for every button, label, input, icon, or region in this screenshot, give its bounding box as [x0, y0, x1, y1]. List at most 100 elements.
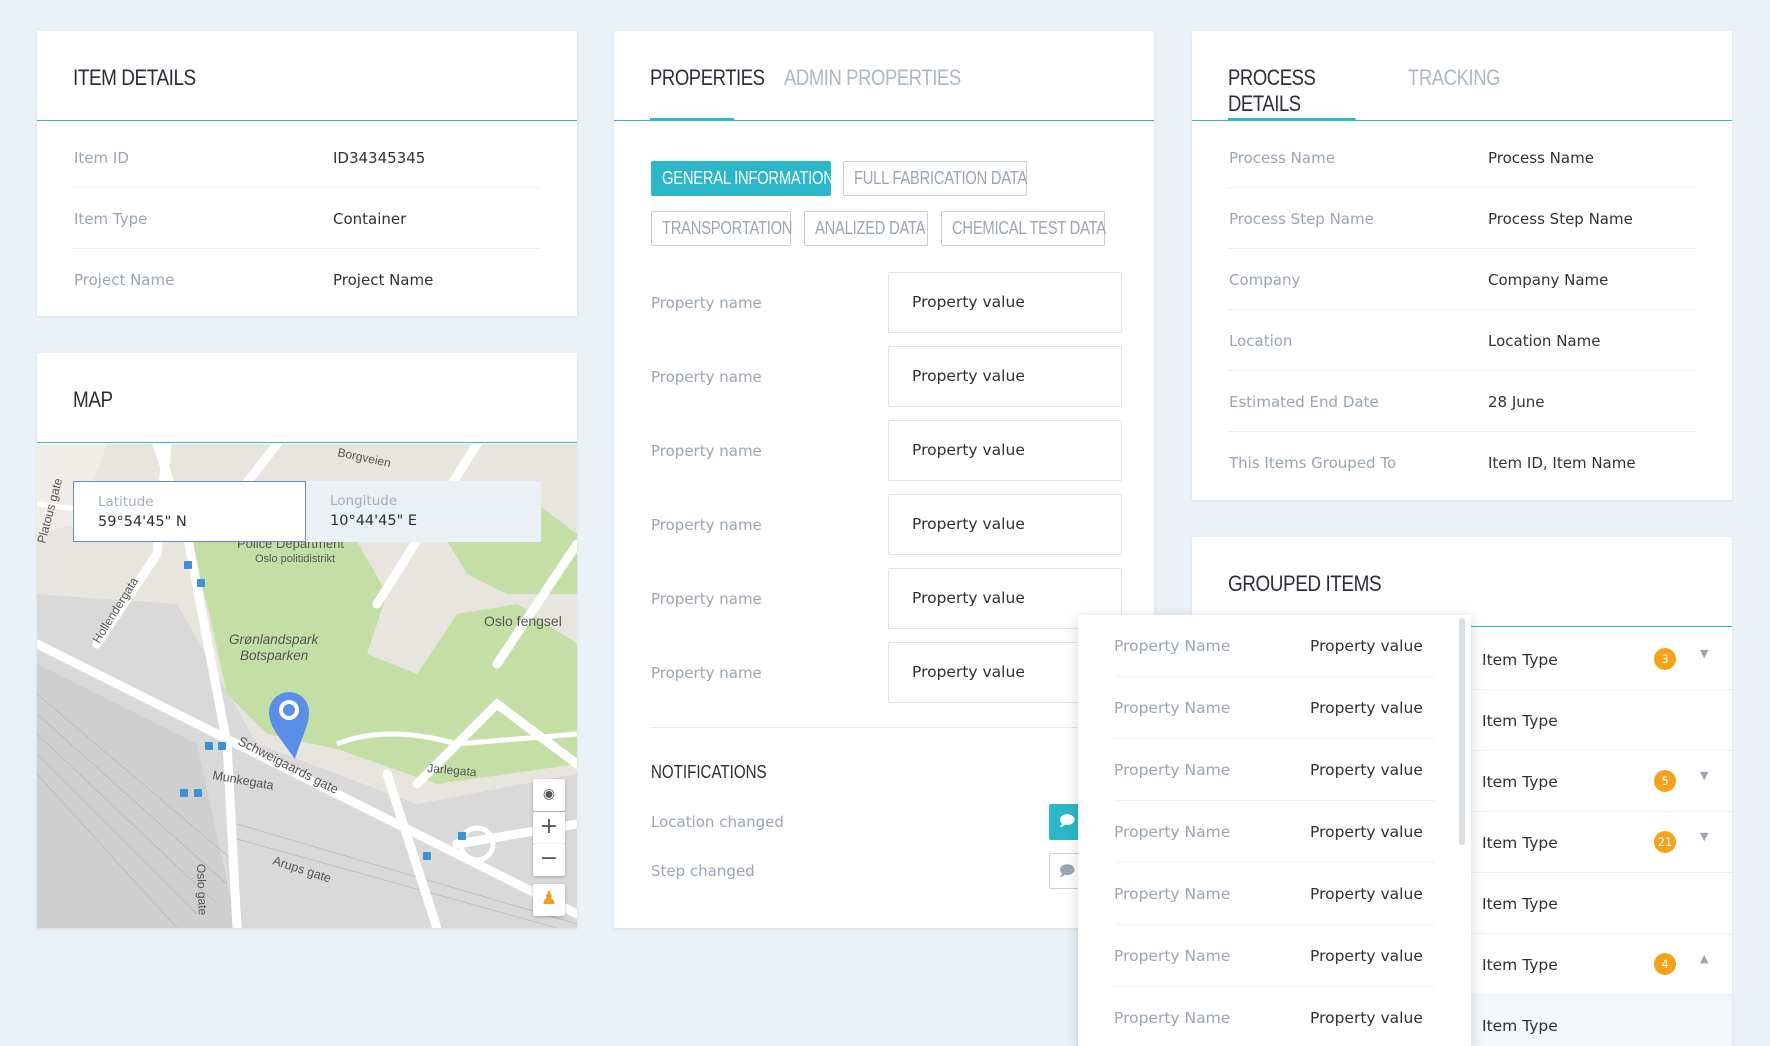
process-header: Process Details Tracking [1192, 31, 1732, 121]
process-row: Process Step Name Process Step Name [1228, 188, 1696, 249]
process-row: Estimated End Date 28 June [1228, 371, 1696, 432]
chevron-down-icon[interactable]: ▼ [1700, 647, 1708, 660]
chip-chemical-test-data[interactable]: Chemical Test Data [941, 211, 1106, 246]
property-value-field[interactable]: Property value [888, 272, 1122, 333]
process-value: Location Name [1488, 332, 1601, 350]
longitude-field[interactable]: Longitude 10°44'45" E [306, 481, 541, 542]
map-label: Botsparken [240, 648, 308, 663]
comment-icon: 🗩 [1058, 812, 1076, 830]
property-name: Property name [651, 590, 762, 608]
map-view[interactable]: Police Department Oslo politidistrikt Gr… [37, 444, 577, 928]
map-label: Oslo gate [194, 864, 210, 916]
popup-property-value: Property value [1310, 637, 1423, 655]
popup-property-name: Property Name [1114, 761, 1231, 779]
latitude-field[interactable]: Latitude 59°54'45" N [73, 481, 306, 542]
grouped-items-title: Grouped Items [1228, 571, 1382, 596]
chevron-down-icon[interactable]: ▼ [1700, 769, 1708, 782]
popup-property-name: Property Name [1114, 699, 1231, 717]
process-value: 28 June [1488, 393, 1545, 411]
popup-row: Property Name Property value [1114, 925, 1434, 987]
item-details-row: Item Type Container [73, 188, 541, 249]
street-view-pegman-icon[interactable]: ♟ [533, 884, 565, 916]
tab-properties[interactable]: Properties [650, 31, 765, 121]
property-name: Property name [651, 294, 762, 312]
chip-full-fabrication-data[interactable]: Full Fabrication Data [843, 161, 1027, 196]
grouped-item-label: Item Type [1482, 956, 1558, 974]
process-label: Company [1229, 271, 1301, 289]
process-value: Process Step Name [1488, 210, 1633, 228]
popup-row: Property Name Property value [1114, 677, 1434, 739]
property-value-field[interactable]: Property value [888, 420, 1122, 481]
item-details-header: Item Details [37, 31, 577, 121]
popup-row: Property Name Property value [1114, 987, 1434, 1046]
grouped-item-label: Item Type [1482, 712, 1558, 730]
grouped-item-label: Item Type [1482, 834, 1558, 852]
property-row: Property name Property value [651, 346, 1122, 408]
map-label: Oslo politidistrikt [255, 553, 335, 565]
popup-row: Property Name Property value [1114, 863, 1434, 925]
popup-property-value: Property value [1310, 885, 1423, 903]
property-value-field[interactable]: Property value [888, 346, 1122, 407]
map-header: MAP [37, 353, 577, 443]
grouped-items-header: Grouped Items [1192, 537, 1732, 627]
item-type-label: Item Type [74, 210, 148, 228]
popup-property-value: Property value [1310, 1009, 1423, 1027]
property-row: Property name Property value [651, 272, 1122, 334]
map-title: MAP [73, 387, 113, 412]
process-label: Process Name [1229, 149, 1335, 167]
chip-analized-data[interactable]: Analized Data [804, 211, 928, 246]
popup-property-value: Property value [1310, 699, 1423, 717]
properties-card: Properties Admin Properties General Info… [614, 31, 1154, 928]
property-name: Property name [651, 664, 762, 682]
chip-transportation[interactable]: Transportation [651, 211, 792, 246]
property-row: Property name Property value [651, 420, 1122, 482]
map-card: MAP Police Department Oslo politidistrik… [37, 353, 577, 928]
notification-label: Step changed [651, 862, 755, 880]
process-row: Company Company Name [1228, 249, 1696, 310]
map-label: Grønlandspark [229, 632, 320, 647]
project-name-value: Project Name [333, 271, 434, 289]
property-value-field[interactable]: Property value [888, 494, 1122, 555]
count-badge: 5 [1654, 770, 1676, 792]
tab-process-details[interactable]: Process Details [1228, 31, 1356, 121]
item-details-row: Project Name Project Name [73, 249, 541, 310]
popup-row: Property Name Property value [1114, 615, 1434, 677]
tab-tracking[interactable]: Tracking [1408, 31, 1501, 121]
item-details-card: Item Details Item ID ID34345345 Item Typ… [37, 31, 577, 316]
chip-general-information[interactable]: General Information [651, 161, 834, 196]
item-details-title: Item Details [73, 65, 196, 90]
item-id-value: ID34345345 [333, 149, 426, 167]
chevron-up-icon[interactable]: ▲ [1700, 952, 1708, 965]
process-value: Process Name [1488, 149, 1594, 167]
property-row: Property name Property value [651, 568, 1122, 630]
count-badge: 21 [1654, 831, 1676, 853]
item-details-row: Item ID ID34345345 [73, 127, 541, 188]
longitude-value: 10°44'45" E [330, 513, 418, 529]
popup-property-name: Property Name [1114, 885, 1231, 903]
popup-scrollbar[interactable] [1459, 618, 1465, 845]
tab-admin-properties[interactable]: Admin Properties [784, 31, 961, 121]
process-row: Location Location Name [1228, 310, 1696, 371]
notifications-title: Notifications [651, 762, 767, 782]
zoom-in-button[interactable]: + [533, 812, 565, 844]
property-row: Property name Property value [651, 494, 1122, 556]
project-name-label: Project Name [74, 271, 175, 289]
grouped-item-label: Item Type [1482, 1017, 1558, 1035]
process-label: Location [1229, 332, 1293, 350]
zoom-out-button[interactable]: − [533, 844, 565, 876]
popup-property-name: Property Name [1114, 947, 1231, 965]
process-label: This Items Grouped To [1229, 454, 1397, 472]
chevron-down-icon[interactable]: ▼ [1700, 830, 1708, 843]
process-details-card: Process Details Tracking Process Name Pr… [1192, 31, 1732, 500]
item-id-label: Item ID [74, 149, 129, 167]
process-row: Process Name Process Name [1228, 127, 1696, 188]
my-location-button[interactable]: ◉ [533, 779, 565, 811]
process-row: This Items Grouped To Item ID, Item Name [1228, 432, 1696, 493]
property-popup: Property Name Property value Property Na… [1078, 615, 1471, 1046]
process-value: Company Name [1488, 271, 1609, 289]
property-name: Property name [651, 516, 762, 534]
properties-header: Properties Admin Properties [614, 31, 1154, 121]
grouped-item-label: Item Type [1482, 895, 1558, 913]
count-badge: 3 [1654, 648, 1676, 670]
map-label: Oslo fengsel [484, 613, 562, 629]
